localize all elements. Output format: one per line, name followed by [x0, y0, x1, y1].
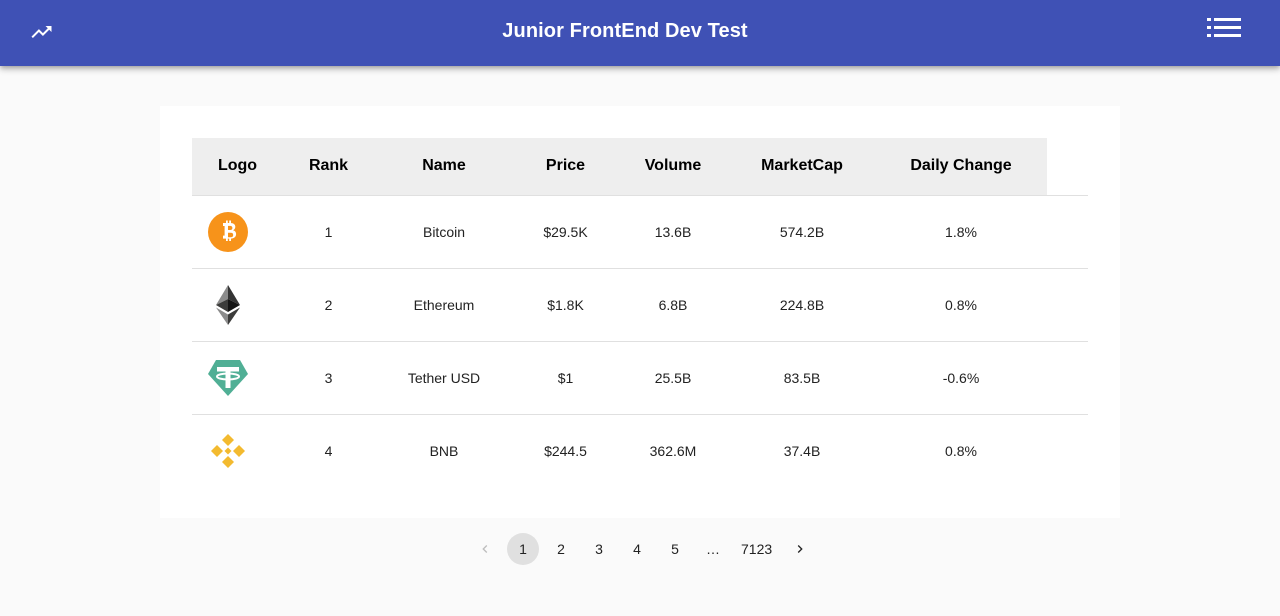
row-spacer [1047, 414, 1088, 487]
volume-cell: 362.6M [649, 442, 697, 459]
header-spacer [1047, 138, 1088, 196]
page-button-1[interactable]: 1 [507, 533, 539, 565]
volume-cell: 25.5B [617, 341, 729, 415]
column-header-logo[interactable]: Logo [192, 138, 283, 196]
page-button-3[interactable]: 3 [583, 533, 615, 565]
pagination-ellipsis: … [706, 541, 720, 557]
table-row[interactable]: 1 Bitcoin $29.5K 13.6B 574.2B 1.8% [192, 195, 1088, 269]
daily-change-cell: 1.8% [875, 195, 1047, 269]
chevron-right-icon [797, 545, 803, 553]
price-cell: $244.5 [544, 442, 587, 459]
column-header-daily-change[interactable]: Daily Change [875, 138, 1047, 196]
volume-cell: 6.8B [617, 268, 729, 342]
rank-cell: 4 [324, 442, 333, 459]
page-title: Junior FrontEnd Dev Test [502, 20, 748, 42]
column-header-rank[interactable]: Rank [283, 138, 374, 196]
ethereum-logo-icon [216, 284, 240, 325]
name-cell: BNB [429, 442, 459, 459]
daily-change-cell: 0.8% [875, 268, 1047, 342]
next-page-button[interactable] [784, 533, 816, 565]
marketcap-cell: 83.5B [729, 341, 875, 415]
row-spacer [1047, 341, 1088, 415]
rank-cell: 1 [283, 195, 374, 269]
name-cell: Bitcoin [374, 195, 514, 269]
daily-change-cell: 0.8% [945, 442, 977, 459]
previous-page-button[interactable] [469, 533, 501, 565]
marketcap-cell: 37.4B [783, 442, 821, 459]
list-icon[interactable] [1207, 17, 1241, 39]
table-row[interactable]: 2 Ethereum $1.8K 6.8B 224.8B 0.8% [192, 268, 1088, 342]
column-header-price[interactable]: Price [514, 138, 617, 196]
bitcoin-logo-icon [208, 211, 248, 252]
page-button-2[interactable]: 2 [545, 533, 577, 565]
bnb-logo-icon [211, 433, 245, 468]
page-button-5[interactable]: 5 [659, 533, 691, 565]
column-header-name[interactable]: Name [374, 138, 514, 196]
rank-cell: 2 [283, 268, 374, 342]
logo-cell [192, 195, 283, 269]
column-header-volume[interactable]: Volume [617, 138, 729, 196]
logo-cell [192, 341, 283, 415]
page-button-4[interactable]: 4 [621, 533, 653, 565]
price-cell: $1.8K [514, 268, 617, 342]
price-cell: $29.5K [514, 195, 617, 269]
column-header-marketcap[interactable]: MarketCap [729, 138, 875, 196]
table-row[interactable]: 3 Tether USD $1 25.5B 83.5B -0.6% [192, 341, 1088, 415]
name-cell: Tether USD [374, 341, 514, 415]
logo-cell [192, 268, 283, 342]
daily-change-cell: -0.6% [875, 341, 1047, 415]
rank-cell: 3 [283, 341, 374, 415]
name-cell: Ethereum [374, 268, 514, 342]
logo-cell [192, 414, 283, 487]
page-button-last[interactable]: 7123 [735, 533, 778, 565]
tether-logo-icon [208, 359, 248, 396]
table-header-row: Logo Rank Name Price Volume MarketCap Da… [192, 138, 1088, 196]
coin-table-card: Logo Rank Name Price Volume MarketCap Da… [160, 106, 1120, 518]
marketcap-cell: 574.2B [729, 195, 875, 269]
marketcap-cell: 224.8B [729, 268, 875, 342]
table-row[interactable]: 4 BNB $244.5 362.6M 37.4B 0.8% [192, 414, 1088, 487]
row-spacer [1047, 268, 1088, 342]
coin-table: Logo Rank Name Price Volume MarketCap Da… [192, 138, 1088, 487]
pagination: 1 2 3 4 5 … 7123 [466, 533, 819, 565]
volume-cell: 13.6B [617, 195, 729, 269]
row-spacer [1047, 195, 1088, 269]
chevron-left-icon [482, 545, 488, 553]
price-cell: $1 [514, 341, 617, 415]
app-bar: Junior FrontEnd Dev Test [0, 0, 1280, 66]
